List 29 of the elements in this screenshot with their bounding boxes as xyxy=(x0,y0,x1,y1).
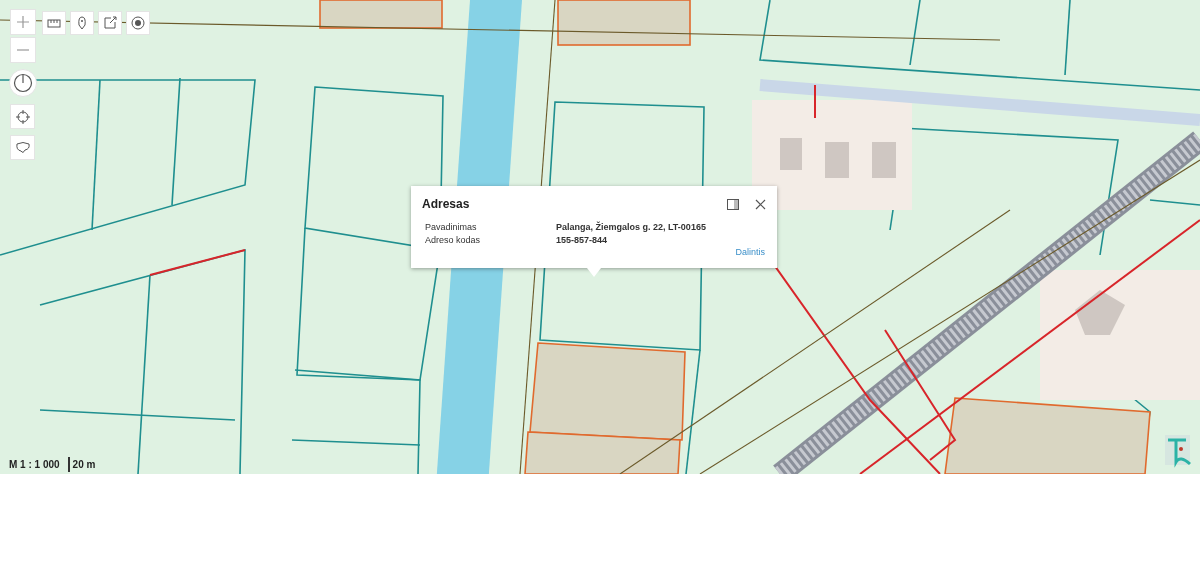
scale-distance: 20 m xyxy=(67,457,96,472)
lasso-icon xyxy=(14,140,31,155)
field-label: Pavadinimas xyxy=(424,221,478,234)
dock-icon xyxy=(727,198,739,210)
measure-button[interactable] xyxy=(42,11,66,35)
lasso-button[interactable] xyxy=(10,135,35,160)
crosshair-icon xyxy=(15,109,30,124)
compass-icon xyxy=(13,73,33,93)
field-value: Palanga, Žiemgalos g. 22, LT-00165 xyxy=(556,221,706,234)
plus-icon xyxy=(16,15,30,29)
target-icon xyxy=(131,16,145,30)
popup-pointer xyxy=(587,268,601,277)
share-link[interactable]: Dalintis xyxy=(735,245,765,259)
close-icon xyxy=(755,198,766,210)
popup-title: Adresas xyxy=(422,196,470,213)
dock-button[interactable] xyxy=(727,198,739,210)
field-label: Adreso kodas xyxy=(424,234,482,247)
close-button[interactable] xyxy=(755,198,766,210)
locate-button[interactable] xyxy=(126,11,150,35)
pin-icon xyxy=(77,16,87,30)
export-icon xyxy=(103,16,117,30)
ruler-icon xyxy=(47,18,61,28)
marker-button[interactable] xyxy=(70,11,94,35)
minus-icon xyxy=(16,49,30,51)
gps-button[interactable] xyxy=(10,104,35,129)
field-value: 155-857-844 xyxy=(556,234,608,247)
scale-ratio: M 1 : 1 000 xyxy=(9,458,60,472)
compass-button[interactable] xyxy=(9,69,37,97)
map[interactable]: M 1 : 1 000 20 m Adresas Pavadinimas Palanga, Žiemgalos g. 22, LT-00165 Adreso kodas 155-857-844 Dalintis xyxy=(0,0,1200,474)
